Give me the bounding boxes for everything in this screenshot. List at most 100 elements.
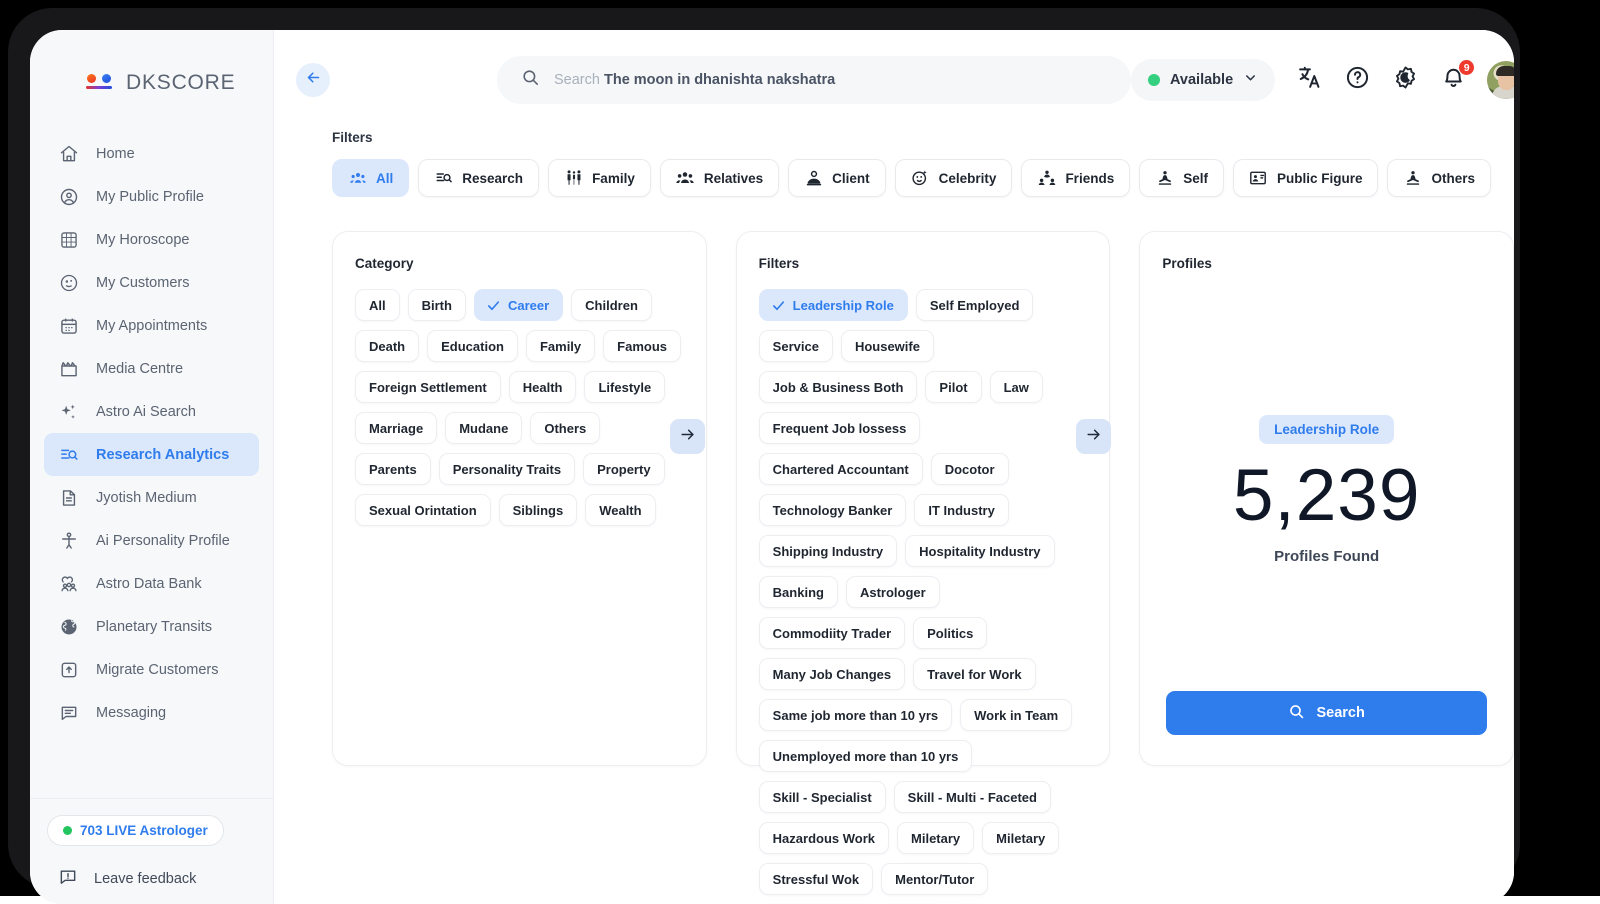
chip-label: Stressful Wok — [772, 871, 860, 887]
brand-logo[interactable]: DKSCORE — [30, 30, 273, 104]
category-chip[interactable]: Property — [583, 453, 665, 485]
category-chip[interactable]: Children — [571, 289, 652, 321]
filter-chip[interactable]: Service — [758, 330, 833, 362]
filter-chip[interactable]: Skill - Specialist — [758, 781, 886, 813]
filter-chip[interactable]: Chartered Accountant — [758, 453, 923, 485]
filter-chip[interactable]: Miletary — [982, 822, 1060, 854]
category-chip[interactable]: Parents — [355, 453, 431, 485]
notifications-button[interactable]: 9 — [1439, 59, 1476, 94]
filter-chip[interactable]: Work in Team — [960, 699, 1073, 731]
category-chip[interactable]: Family — [525, 330, 596, 362]
category-chip[interactable]: All — [355, 289, 400, 321]
filter-chip[interactable]: Commodiity Trader — [758, 617, 906, 649]
search-icon — [1288, 703, 1305, 724]
availability-status-dropdown[interactable]: Available — [1131, 59, 1276, 101]
filter-chip[interactable]: Job & Business Both — [758, 371, 918, 403]
sidebar-item-messaging[interactable]: Messaging — [44, 691, 259, 734]
category-chip[interactable]: Career — [473, 289, 564, 321]
tab-public-figure[interactable]: Public Figure — [1232, 159, 1379, 197]
filter-chip[interactable]: Self Employed — [915, 289, 1034, 321]
sidebar-item-astro-ai-search[interactable]: Astro Ai Search — [44, 390, 259, 433]
sidebar-item-migrate-customers[interactable]: Migrate Customers — [44, 648, 259, 691]
chip-label: Many Job Changes — [772, 666, 892, 682]
category-chip[interactable]: Health — [508, 371, 577, 403]
filter-chip[interactable]: Unemployed more than 10 yrs — [758, 740, 973, 772]
chip-label: Hazardous Work — [772, 830, 876, 846]
filters-card: Filters Leadership Role Self Employed Serv… — [735, 231, 1111, 895]
filter-chip[interactable]: Mentor/Tutor — [881, 863, 989, 895]
tab-label: Others — [1431, 170, 1475, 186]
filter-chip[interactable]: Technology Banker — [758, 494, 907, 526]
search-input[interactable]: Search The moon in dhanishta nakshatra — [497, 56, 1131, 104]
app-screen: DKSCORE Home My Public Profile My Horosc… — [30, 30, 1514, 904]
filter-chip[interactable]: Astrologer — [845, 576, 940, 608]
chip-label: Death — [369, 338, 406, 354]
sidebar-item-jyotish-medium[interactable]: Jyotish Medium — [44, 476, 259, 519]
tab-friends[interactable]: Friends — [1021, 159, 1131, 197]
category-chip[interactable]: Personality Traits — [438, 453, 576, 485]
sidebar-item-home[interactable]: Home — [44, 132, 259, 175]
sidebar-item-ai-personality-profile[interactable]: Ai Personality Profile — [44, 519, 259, 562]
category-chip[interactable]: Marriage — [355, 412, 438, 444]
filter-chip[interactable]: Law — [989, 371, 1043, 403]
filter-chip[interactable]: Skill - Multi - Faceted — [893, 781, 1051, 813]
tab-client[interactable]: Client — [788, 159, 886, 197]
category-chip[interactable]: Foreign Settlement — [355, 371, 501, 403]
filter-chip[interactable]: Leadership Role — [758, 289, 908, 321]
live-astrologer-pill[interactable]: 703 LIVE Astrologer — [47, 815, 224, 846]
tab-self[interactable]: Self — [1139, 159, 1224, 197]
translate-button[interactable] — [1295, 66, 1323, 94]
tab-others[interactable]: Others — [1387, 159, 1491, 197]
category-chip[interactable]: Birth — [407, 289, 466, 321]
next-category-arrow[interactable] — [670, 419, 705, 454]
tab-all[interactable]: All — [332, 159, 410, 197]
category-chip[interactable]: Mudane — [445, 412, 523, 444]
next-filters-arrow[interactable] — [1076, 419, 1111, 454]
cards-row: Category All Birth Career Children Death Educ… — [274, 197, 1514, 895]
filter-chip[interactable]: Docotor — [930, 453, 1009, 485]
search-list-icon — [58, 444, 80, 466]
sidebar-item-astro-data-bank[interactable]: Astro Data Bank — [44, 562, 259, 605]
sidebar-item-media-centre[interactable]: Media Centre — [44, 347, 259, 390]
sidebar-item-planetary-transits[interactable]: Planetary Transits — [44, 605, 259, 648]
leave-feedback-button[interactable]: Leave feedback — [44, 854, 259, 904]
filter-chip[interactable]: Pilot — [925, 371, 982, 403]
filter-chip[interactable]: Shipping Industry — [758, 535, 898, 567]
sidebar-item-my-horoscope[interactable]: My Horoscope — [44, 218, 259, 261]
filter-chip[interactable]: Travel for Work — [913, 658, 1036, 690]
user-avatar[interactable] — [1487, 61, 1514, 99]
sidebar-item-my-public-profile[interactable]: My Public Profile — [44, 175, 259, 218]
filter-chip[interactable]: Banking — [758, 576, 838, 608]
public-figure-icon — [1249, 169, 1268, 188]
tab-research[interactable]: Research — [418, 159, 540, 197]
category-chip[interactable]: Lifestyle — [584, 371, 666, 403]
theme-toggle-button[interactable] — [1391, 66, 1419, 94]
chip-label: All — [369, 297, 386, 313]
search-button[interactable]: Search — [1166, 691, 1488, 735]
filter-chip[interactable]: Many Job Changes — [758, 658, 906, 690]
help-button[interactable] — [1343, 66, 1371, 94]
category-chip[interactable]: Siblings — [498, 494, 578, 526]
sidebar-item-my-appointments[interactable]: My Appointments — [44, 304, 259, 347]
back-button[interactable] — [296, 63, 330, 97]
filter-chip[interactable]: Hospitality Industry — [905, 535, 1055, 567]
category-chip[interactable]: Wealth — [585, 494, 656, 526]
category-chip[interactable]: Death — [355, 330, 420, 362]
tab-relatives[interactable]: Relatives — [659, 159, 780, 197]
filter-chip[interactable]: Stressful Wok — [758, 863, 874, 895]
category-chip[interactable]: Famous — [603, 330, 681, 362]
filter-chip[interactable]: Same job more than 10 yrs — [758, 699, 953, 731]
sidebar-item-my-customers[interactable]: My Customers — [44, 261, 259, 304]
filter-chip[interactable]: IT Industry — [914, 494, 1009, 526]
category-chip[interactable]: Sexual Orintation — [355, 494, 491, 526]
filter-chip[interactable]: Housewife — [840, 330, 934, 362]
tab-family[interactable]: Family — [548, 159, 651, 197]
filter-chip[interactable]: Politics — [913, 617, 988, 649]
filter-chip[interactable]: Miletary — [897, 822, 975, 854]
category-chip[interactable]: Education — [427, 330, 518, 362]
filter-chip[interactable]: Hazardous Work — [758, 822, 890, 854]
category-chip[interactable]: Others — [530, 412, 601, 444]
filter-chip[interactable]: Frequent Job lossess — [758, 412, 921, 444]
sidebar-item-research-analytics[interactable]: Research Analytics — [44, 433, 259, 476]
tab-celebrity[interactable]: Celebrity — [894, 159, 1013, 197]
